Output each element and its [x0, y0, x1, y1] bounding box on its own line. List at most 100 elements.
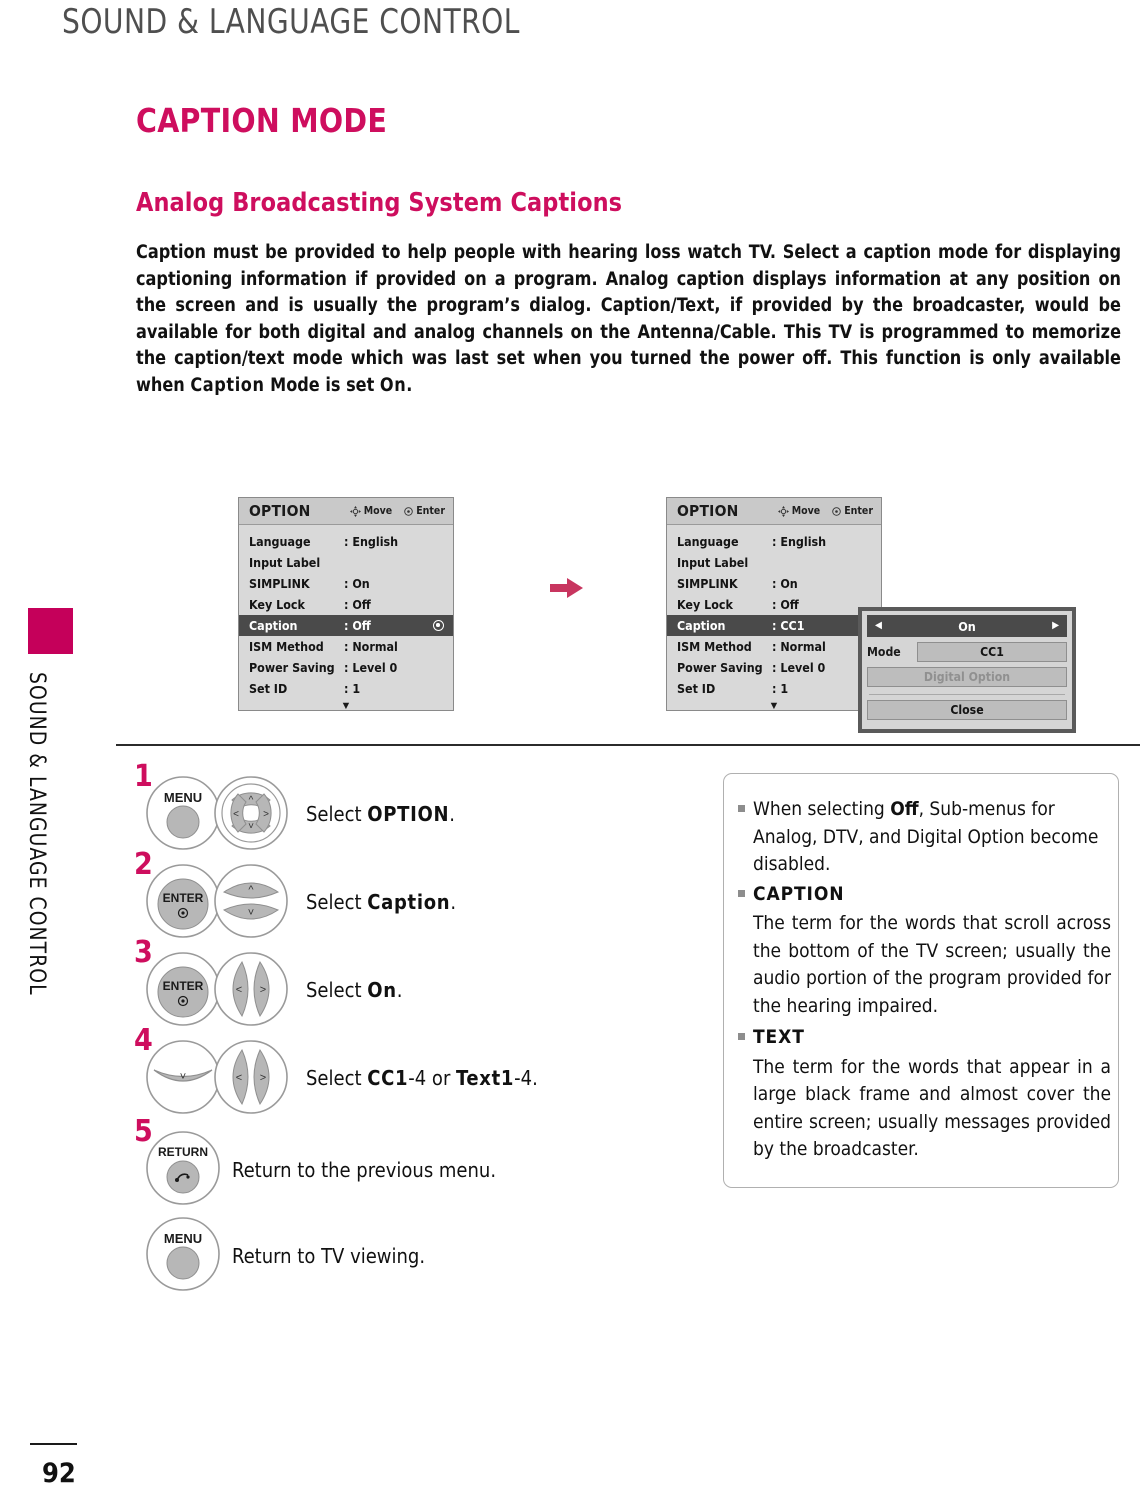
enter-dot-icon: [404, 506, 413, 516]
osd-title: OPTION: [677, 502, 739, 520]
note-off-bold: Off: [890, 798, 919, 820]
osd-row-label: Caption: [249, 618, 298, 633]
osd-row[interactable]: Caption : Off: [239, 615, 453, 636]
osd-row-label: Caption: [677, 618, 726, 633]
caption-value-selector[interactable]: ◀ On ▶: [867, 615, 1067, 637]
running-head: SOUND & LANGUAGE CONTROL: [62, 2, 520, 42]
digital-option-button[interactable]: Digital Option: [867, 667, 1067, 687]
step-4-text-bold2: Text1: [456, 1066, 515, 1090]
osd-hints: Move Enter: [777, 505, 873, 517]
svg-text:>: >: [260, 984, 266, 996]
intro-text-part1: Caption must be provided to help people …: [136, 242, 1121, 396]
osd-row[interactable]: SIMPLINK: On: [667, 573, 881, 594]
osd-row-label: ISM Method: [677, 639, 752, 654]
osd-row[interactable]: Input Label: [239, 552, 453, 573]
step-2-text-post: .: [450, 890, 457, 914]
svg-text:^: ^: [248, 884, 254, 896]
step-1-text: Select OPTION.: [306, 802, 455, 826]
step-3-text-pre: Select: [306, 978, 368, 1002]
osd-title: OPTION: [249, 502, 311, 520]
osd-row-label: Input Label: [249, 555, 321, 570]
svg-text:<: <: [233, 809, 239, 820]
caption-mode-row: Mode CC1: [867, 642, 1067, 662]
svg-text:<: <: [236, 984, 242, 996]
osd-row[interactable]: Language: English: [667, 531, 881, 552]
osd-hint-move-label: Move: [791, 505, 821, 517]
osd-hint-enter: Enter: [832, 505, 873, 517]
step-1-text-pre: Select: [306, 802, 368, 826]
close-button[interactable]: Close: [867, 700, 1067, 720]
osd-header: OPTION Move Enter: [239, 498, 453, 525]
step-2-text-pre: Select: [306, 890, 368, 914]
intro-emph-on: On: [379, 374, 407, 396]
osd-row-list: Language: English Input Label SIMPLINK : On…: [239, 525, 453, 699]
osd-row[interactable]: Power Saving: Level 0: [239, 657, 453, 678]
osd-row[interactable]: Key Lock: Off: [667, 594, 881, 615]
osd-row-label: Set ID: [249, 681, 288, 696]
svg-text:^: ^: [249, 795, 254, 806]
step-4-text-mid2: -4: [514, 1066, 533, 1090]
osd-row[interactable]: Set ID : 1: [239, 678, 453, 699]
svg-text:>: >: [260, 1072, 266, 1084]
bullet-square-icon: [738, 881, 753, 909]
osd-row[interactable]: Input Label: [667, 552, 881, 573]
key-navigation-leftright[interactable]: < >: [214, 952, 288, 1031]
caption-mode-button[interactable]: CC1: [917, 642, 1067, 662]
osd-row[interactable]: Set ID: 1: [667, 678, 881, 699]
svg-text:>: >: [263, 809, 269, 820]
osd-row-list: Language: English Input Label SIMPLINK: On…: [667, 525, 881, 699]
svg-text:MENU: MENU: [164, 1231, 202, 1246]
page-number: 92: [42, 1458, 76, 1489]
key-navigation-leftright[interactable]: < >: [214, 1040, 288, 1119]
osd-row-label: Language: [677, 534, 739, 549]
flow-arrow-icon: [550, 577, 584, 604]
dpad-icon: [777, 505, 789, 517]
bullet-square-icon: [738, 796, 753, 879]
osd-row[interactable]: Key Lock : Off: [239, 594, 453, 615]
osd-row-value: : Off: [344, 597, 371, 612]
osd-row-label: SIMPLINK: [249, 576, 310, 591]
key-menu[interactable]: MENU: [146, 1217, 220, 1296]
osd-row-value: : 1: [344, 681, 361, 696]
osd-row-value: : English: [344, 534, 399, 549]
osd-row[interactable]: Caption: CC1: [667, 615, 881, 636]
key-navigation-4way[interactable]: ^ ˅ < >: [214, 776, 288, 855]
key-navigation-updown[interactable]: ^ ˅: [214, 864, 288, 943]
osd-hint-enter: Enter: [404, 505, 445, 517]
osd-row[interactable]: SIMPLINK : On: [239, 573, 453, 594]
key-navigation-down[interactable]: ˅: [146, 1040, 220, 1119]
key-menu[interactable]: MENU: [146, 776, 220, 855]
osd-row-value: : Level 0: [344, 660, 398, 675]
osd-hint-enter-label: Enter: [416, 505, 445, 517]
step-3-text-bold: On: [367, 978, 397, 1002]
dpad-icon: [349, 505, 361, 517]
key-enter[interactable]: ENTER: [146, 952, 220, 1031]
note-text-heading: TEXT: [753, 1026, 805, 1048]
chevron-right-icon[interactable]: ▶: [1052, 621, 1059, 631]
intro-text-part2: Mode is set: [264, 374, 380, 396]
step-2-text-bold: Caption: [367, 890, 451, 914]
svg-text:<: <: [236, 1072, 242, 1084]
note-item-off: When selecting Off, Sub-menus for Analog…: [738, 796, 1102, 879]
caption-popup: ◀ On ▶ Mode CC1 Digital Option Close: [858, 607, 1076, 733]
enter-dot-icon: [832, 506, 841, 516]
osd-row[interactable]: Power Saving: Level 0: [667, 657, 881, 678]
svg-text:MENU: MENU: [164, 790, 202, 805]
svg-text:˅: ˅: [180, 1071, 186, 1083]
osd-header: OPTION Move Enter: [667, 498, 881, 525]
osd-row-value: : Off: [344, 618, 371, 633]
svg-text:ENTER: ENTER: [163, 979, 204, 993]
osd-row-label: Key Lock: [249, 597, 305, 612]
key-return[interactable]: RETURN: [146, 1131, 220, 1210]
chevron-left-icon[interactable]: ◀: [875, 621, 882, 631]
osd-row-label: SIMPLINK: [677, 576, 738, 591]
note-item-text-heading: TEXT: [738, 1024, 1102, 1052]
note-text-body: The term for the words that appear in a …: [753, 1055, 1111, 1161]
osd-row[interactable]: Language: English: [239, 531, 453, 552]
osd-row-value: : On: [344, 576, 370, 591]
osd-row[interactable]: ISM Method: Normal: [667, 636, 881, 657]
osd-row[interactable]: ISM Method: Normal: [239, 636, 453, 657]
note-caption-heading: CAPTION: [753, 882, 845, 905]
key-enter[interactable]: ENTER: [146, 864, 220, 943]
note-off-body: When selecting Off, Sub-menus for Analog…: [753, 796, 1102, 879]
